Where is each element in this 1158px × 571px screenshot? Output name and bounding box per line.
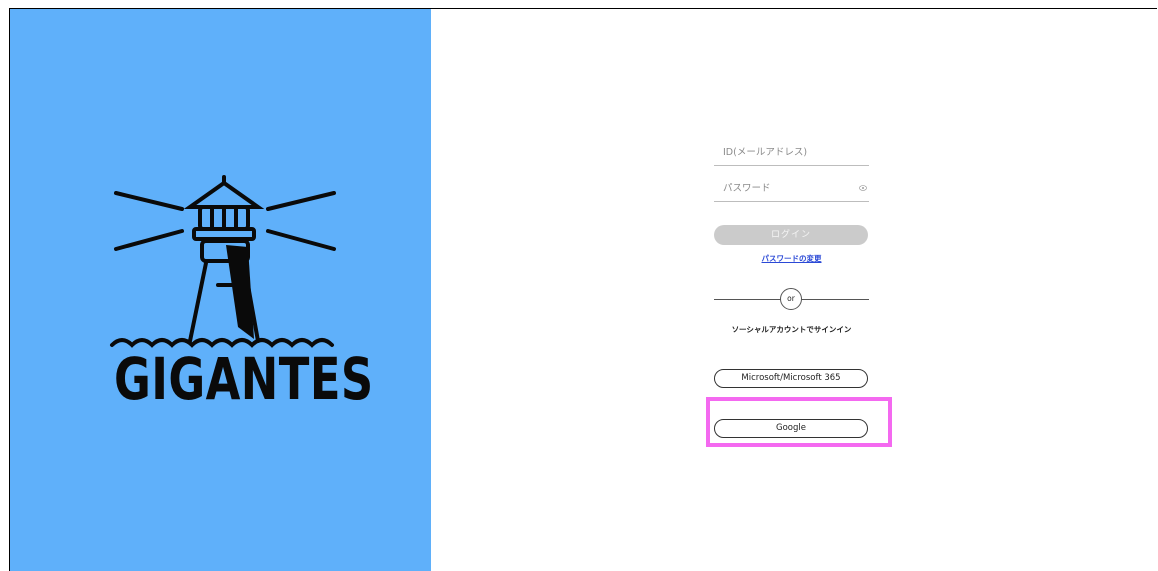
id-field-wrapper xyxy=(714,139,869,166)
form-panel: ログイン パスワードの変更 or ソーシャルアカウントでサインイン Micros… xyxy=(431,9,1157,571)
brand-wordmark: GIGANTES xyxy=(114,345,374,413)
social-signin-caption: ソーシャルアカウントでサインイン xyxy=(731,325,852,334)
microsoft-signin-button[interactable]: Microsoft/Microsoft 365 xyxy=(714,369,868,388)
id-email-input[interactable] xyxy=(714,139,869,165)
brand-panel: GIGANTES xyxy=(10,9,431,571)
change-password-link[interactable]: パスワードの変更 xyxy=(714,253,869,264)
eye-icon[interactable] xyxy=(859,185,867,191)
login-button[interactable]: ログイン xyxy=(714,225,868,245)
lighthouse-logo-icon xyxy=(110,175,336,348)
password-field-wrapper xyxy=(714,175,869,202)
or-label: or xyxy=(780,288,802,310)
google-button-highlight xyxy=(706,397,892,447)
or-divider: or xyxy=(714,288,869,310)
password-input[interactable] xyxy=(714,175,869,201)
login-page: GIGANTES ログイン パスワードの変更 or ソーシャルアカウントでサイン… xyxy=(9,8,1157,571)
login-form: ログイン パスワードの変更 or ソーシャルアカウントでサインイン Micros… xyxy=(714,139,869,438)
